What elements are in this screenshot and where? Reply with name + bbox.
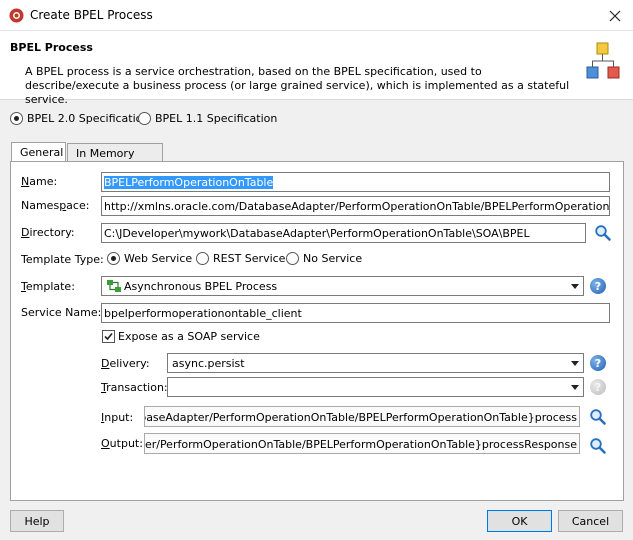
oracle-jdeveloper-icon <box>9 8 24 23</box>
namespace-label: Namespace: <box>21 199 90 212</box>
transaction-label: Transaction: <box>101 381 168 394</box>
web-service-label: Web Service <box>124 252 193 265</box>
chevron-down-icon <box>571 361 579 366</box>
close-button[interactable] <box>597 0 633 31</box>
template-value: Asynchronous BPEL Process <box>124 280 278 293</box>
template-label: Template: <box>21 280 75 293</box>
expose-soap-label: Expose as a SOAP service <box>118 330 260 343</box>
radio-button-selected[interactable] <box>107 252 120 265</box>
input-label: Input: <box>101 411 134 424</box>
delivery-label: Delivery: <box>101 357 150 370</box>
title-bar: Create BPEL Process <box>0 0 633 31</box>
radio-button[interactable] <box>138 112 151 125</box>
radio-button[interactable] <box>196 252 209 265</box>
namespace-field[interactable]: http://xmlns.oracle.com/DatabaseAdapter/… <box>101 196 610 216</box>
delivery-combo[interactable]: async.persist <box>167 353 584 373</box>
radio-button-selected[interactable] <box>10 112 23 125</box>
output-browse-search-icon[interactable] <box>589 437 607 455</box>
tab-general[interactable]: General <box>11 142 66 162</box>
template-help-icon[interactable]: ? <box>590 278 606 294</box>
output-value: {http://xmlns.oracle.com/DatabaseAdapter… <box>144 438 577 451</box>
name-value: BPELPerformOperationOnTable <box>104 176 274 189</box>
bpel20-label: BPEL 2.0 Specification <box>27 112 150 125</box>
bpel11-label: BPEL 1.1 Specification <box>155 112 278 125</box>
header-title: BPEL Process <box>10 41 93 54</box>
browse-directory-search-icon[interactable] <box>594 224 612 242</box>
delivery-help-icon[interactable]: ? <box>590 355 606 371</box>
output-field: {http://xmlns.oracle.com/DatabaseAdapter… <box>144 433 580 454</box>
bpel11-radio[interactable]: BPEL 1.1 Specification <box>138 112 277 125</box>
tab-in-memory-soa[interactable]: In Memory SOA <box>67 143 163 173</box>
rest-service-radio[interactable]: REST Service <box>196 252 285 265</box>
name-field[interactable]: BPELPerformOperationOnTable <box>101 172 610 192</box>
input-browse-search-icon[interactable] <box>589 408 607 426</box>
bpel-process-icon <box>586 42 620 79</box>
web-service-radio[interactable]: Web Service <box>107 252 192 265</box>
service-name-label: Service Name: <box>21 306 102 319</box>
rest-service-label: REST Service <box>213 252 286 265</box>
transaction-help-icon: ? <box>590 379 606 395</box>
header-description: A BPEL process is a service orchestratio… <box>25 65 570 106</box>
delivery-value: async.persist <box>172 357 245 370</box>
template-type-label: Template Type: <box>21 253 104 266</box>
transaction-combo[interactable] <box>167 377 584 397</box>
bpel20-radio[interactable]: BPEL 2.0 Specification <box>10 112 149 125</box>
no-service-radio[interactable]: No Service <box>286 252 362 265</box>
wizard-header: BPEL Process A BPEL process is a service… <box>0 31 633 106</box>
expose-soap-checkbox[interactable] <box>102 330 115 343</box>
window-title: Create BPEL Process <box>30 8 153 22</box>
ok-button[interactable]: OK <box>487 510 552 532</box>
no-service-label: No Service <box>303 252 363 265</box>
chevron-down-icon <box>571 385 579 390</box>
name-label: Name: <box>21 175 58 188</box>
directory-field[interactable]: C:\JDeveloper\mywork\DatabaseAdapter\Per… <box>101 223 586 243</box>
cancel-button[interactable]: Cancel <box>558 510 623 532</box>
output-label: Output: <box>101 437 143 450</box>
input-value: {http://xmlns.oracle.com/DatabaseAdapter… <box>145 411 577 424</box>
bpel-template-icon <box>107 280 121 292</box>
close-icon <box>609 10 621 21</box>
input-field: {http://xmlns.oracle.com/DatabaseAdapter… <box>144 406 580 427</box>
chevron-down-icon <box>571 284 579 289</box>
directory-label: Directory: <box>21 226 75 239</box>
service-name-field[interactable]: bpelperformoperationontable_client <box>101 303 610 323</box>
checkmark-icon <box>104 332 113 341</box>
template-combo[interactable]: Asynchronous BPEL Process <box>101 276 584 296</box>
help-button[interactable]: Help <box>10 510 64 532</box>
radio-button[interactable] <box>286 252 299 265</box>
